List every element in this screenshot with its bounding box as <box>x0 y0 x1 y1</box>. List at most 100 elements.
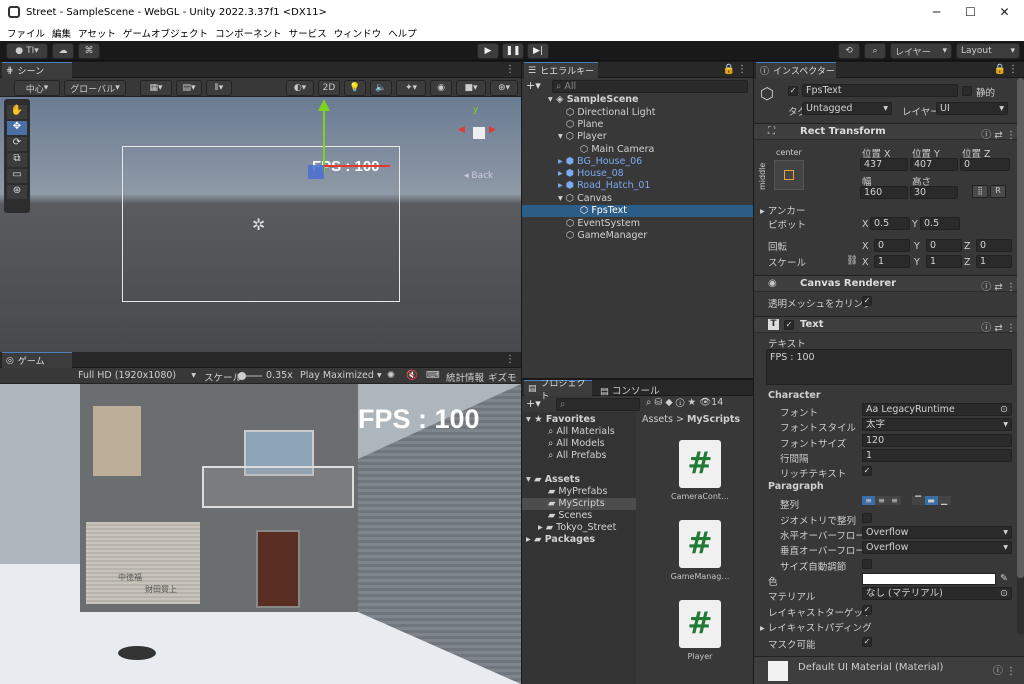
layers-dropdown[interactable]: レイヤー ▾ <box>890 43 952 59</box>
add-button[interactable]: +▾ <box>526 79 541 92</box>
script-asset[interactable]: # Player <box>670 600 730 670</box>
hierarchy-item[interactable]: ⬡ GameManager <box>566 230 647 241</box>
anchor-foldout[interactable]: ▸ アンカー <box>760 203 805 217</box>
align-geometry-checkbox[interactable] <box>862 513 872 523</box>
align-middle-icon[interactable]: ▬ <box>924 496 938 505</box>
hierarchy-item[interactable]: ▾ ⬡ Player <box>558 131 607 142</box>
rot-z-field[interactable]: 0 <box>976 239 1012 252</box>
color-swatch[interactable] <box>862 573 996 585</box>
static-checkbox[interactable] <box>962 86 972 96</box>
hierarchy-item[interactable]: ⬡ EventSystem <box>566 218 640 229</box>
hierarchy-item-selected[interactable]: ⬡ FpsText <box>580 205 627 216</box>
font-style-dropdown[interactable]: 太字 ▾ <box>862 418 1012 431</box>
hand-tool-icon[interactable]: ✋ <box>7 105 27 119</box>
more-icon[interactable]: ⋮ <box>737 64 747 75</box>
mute-audio-icon[interactable]: 🔇 <box>406 370 418 381</box>
rect-tool-icon[interactable]: ▭ <box>7 169 27 183</box>
hierarchy-item[interactable]: ⬡ Main Camera <box>580 144 654 155</box>
account-button[interactable]: ● TI ▾ <box>6 43 48 59</box>
close-button[interactable]: ✕ <box>982 0 1024 24</box>
scale-z-field[interactable]: 1 <box>976 255 1012 268</box>
pivot-dropdown[interactable]: 中心 ▾ <box>14 80 60 96</box>
menu-file[interactable]: ファイル <box>7 26 45 40</box>
orientation-gizmo[interactable]: y ◀ ▶ <box>458 105 502 161</box>
history-icon[interactable]: ⟲ <box>838 43 860 59</box>
assets-folder[interactable]: ▾ ▰ Assets <box>526 474 580 485</box>
hierarchy-search-input[interactable]: ⌕ All <box>552 80 748 93</box>
move-gizmo-center[interactable] <box>308 165 324 179</box>
play-button[interactable]: ▶ <box>477 43 499 59</box>
lock-icon[interactable]: 🔒 <box>994 64 1006 75</box>
menu-assets[interactable]: アセット <box>78 26 116 40</box>
object-name-field[interactable]: FpsText <box>802 84 958 97</box>
posz-field[interactable]: 0 <box>960 158 1010 171</box>
eyedropper-icon[interactable]: ✎ <box>1000 573 1008 584</box>
stats-button[interactable]: 統計情報 <box>446 370 484 384</box>
step-button[interactable]: ▶| <box>527 43 549 59</box>
component-menu-icons[interactable]: ⓘ ⇄ ⋮ <box>981 126 1016 141</box>
move-tool-icon[interactable]: ✥ <box>7 121 27 135</box>
active-checkbox[interactable]: ✓ <box>788 86 798 96</box>
scale-y-field[interactable]: 1 <box>926 255 962 268</box>
menu-component[interactable]: コンポーネント <box>215 26 282 40</box>
rotate-tool-icon[interactable]: ⟳ <box>7 137 27 151</box>
tab-scene[interactable]: ⋕ シーン <box>2 62 72 78</box>
add-button[interactable]: +▾ <box>526 397 541 410</box>
cull-transparent-checkbox[interactable]: ✓ <box>862 296 872 306</box>
tab-console[interactable]: ▤ コンソール <box>600 383 660 397</box>
grid-snap-button[interactable]: ▦▾ <box>140 80 172 96</box>
best-fit-checkbox[interactable] <box>862 559 872 569</box>
folder-item[interactable]: ▸ ▰ Tokyo_Street <box>538 522 616 533</box>
scale-slider[interactable] <box>238 372 262 380</box>
script-asset[interactable]: # GameManag… <box>670 520 730 590</box>
blueprint-mode-button[interactable]: ⣿ <box>972 185 988 198</box>
lock-icon[interactable]: 🔒 <box>723 64 735 75</box>
height-field[interactable]: 30 <box>910 186 958 199</box>
component-menu-icons[interactable]: ⓘ ⋮ <box>993 662 1016 677</box>
hierarchy-item[interactable]: ⬡ Plane <box>566 119 603 130</box>
align-center-icon[interactable]: ≡ <box>875 496 888 505</box>
line-spacing-field[interactable]: 1 <box>862 449 1012 462</box>
scale-tool-icon[interactable]: ⧉ <box>7 153 27 167</box>
hierarchy-item[interactable]: ⬡ Directional Light <box>566 107 655 118</box>
search-icon[interactable]: ⌕ <box>864 43 886 59</box>
gizmos-button[interactable]: ギズモ <box>488 370 517 384</box>
hierarchy-item[interactable]: ▾ ⬡ Canvas <box>558 193 612 204</box>
folder-item-selected[interactable]: ▰ MyScripts <box>548 498 605 509</box>
posy-field[interactable]: 407 <box>910 158 958 171</box>
v-overflow-dropdown[interactable]: Overflow ▾ <box>862 541 1012 554</box>
rich-text-checkbox[interactable]: ✓ <box>862 466 872 476</box>
folder-item[interactable]: ▰ Scenes <box>548 510 592 521</box>
maskable-checkbox[interactable]: ✓ <box>862 637 872 647</box>
cloud-icon[interactable]: ☁ <box>52 43 74 59</box>
collab-icon[interactable]: ⌘ <box>78 43 100 59</box>
move-gizmo-y[interactable] <box>323 107 325 173</box>
align-left-icon[interactable]: ≡ <box>862 496 875 505</box>
raycast-target-checkbox[interactable]: ✓ <box>862 605 872 615</box>
tab-inspector[interactable]: ⓘ インスペクター <box>756 62 836 78</box>
pivot-y-field[interactable]: 0.5 <box>920 217 960 230</box>
fav-item[interactable]: ⌕ All Materials <box>548 426 615 437</box>
script-asset[interactable]: # CameraCont… <box>670 440 730 510</box>
menu-services[interactable]: サービス <box>289 26 327 40</box>
rot-y-field[interactable]: 0 <box>926 239 962 252</box>
packages-folder[interactable]: ▸ ▰ Packages <box>526 534 595 545</box>
rect-transform-header[interactable]: ⛶ Rect Transform ⓘ ⇄ ⋮ <box>754 123 1024 141</box>
menu-edit[interactable]: 編集 <box>52 26 71 40</box>
increment-snap-button[interactable]: ⦀▾ <box>206 80 232 96</box>
tab-project[interactable]: ▤ プロジェクト <box>524 380 592 402</box>
hierarchy-item[interactable]: ▸ ⬢ Road_Hatch_01 <box>558 180 650 191</box>
font-field[interactable]: Aa LegacyRuntime ⊙ <box>862 403 1012 416</box>
fav-item[interactable]: ⌕ All Models <box>548 438 605 449</box>
folder-item[interactable]: ▰ MyPrefabs <box>548 486 607 497</box>
width-field[interactable]: 160 <box>860 186 908 199</box>
orientation-back-label[interactable]: ◂ Back <box>464 171 493 181</box>
tab-game[interactable]: ◎ ゲーム <box>2 352 72 368</box>
alignment-buttons[interactable]: ≡ ≡ ≡ ▔ ▬ ▁ <box>862 496 956 508</box>
more-icon[interactable]: ⋮ <box>505 64 515 75</box>
layer-dropdown[interactable]: UI ▾ <box>936 102 1008 115</box>
text-area[interactable]: FPS : 100 <box>766 349 1012 385</box>
more-icon[interactable]: ⋮ <box>1008 64 1018 75</box>
filter-icons[interactable]: ⌕ ⛁ ◆ ⓘ ★ 👁14 <box>646 397 723 408</box>
align-right-icon[interactable]: ≡ <box>888 496 901 505</box>
